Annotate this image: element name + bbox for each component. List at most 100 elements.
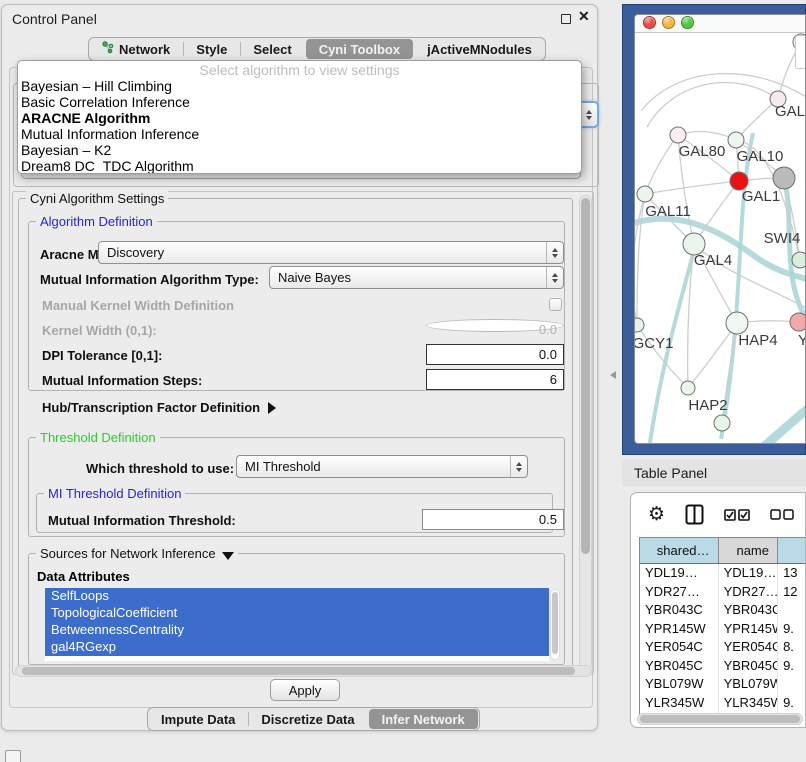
table-cell[interactable]: 9. (778, 657, 806, 676)
network-node[interactable] (790, 313, 806, 331)
close-icon[interactable]: ✕ (578, 8, 590, 25)
table-row[interactable]: YPR145WYPR145W9. (640, 620, 806, 639)
manual-kernel-checkbox[interactable] (549, 298, 562, 311)
attribute-item-selfloops[interactable]: SelfLoops (45, 588, 549, 605)
select-all-columns-icon[interactable] (724, 509, 750, 521)
table-cell[interactable]: YBL079W (640, 675, 719, 694)
hub-section-toggle[interactable]: Hub/Transcription Factor Definition (42, 400, 276, 415)
settings-vertical-scrollbar-thumb[interactable] (581, 198, 590, 554)
attribute-item-betweennesscentrality[interactable]: BetweennessCentrality (45, 622, 549, 639)
table-row[interactable]: YBL079WYBL079W (640, 675, 806, 694)
network-node[interactable] (681, 381, 695, 395)
kernel-width-field[interactable]: 0.0 (426, 319, 564, 332)
network-node[interactable] (635, 318, 644, 332)
algorithm-option-basic-correlation-inference[interactable]: Basic Correlation Inference (18, 94, 581, 110)
bottom-tab-impute-data[interactable]: Impute Data (148, 708, 248, 730)
table-cell[interactable] (778, 675, 806, 694)
which-threshold-combobox[interactable]: MI Threshold (236, 455, 528, 478)
close-window-icon[interactable] (643, 16, 656, 29)
network-canvas[interactable]: GAL2GAL80GAL10GAL1GAL11GAL4SWI4GCY1HAP4Y… (635, 15, 806, 444)
table-cell[interactable]: YER054C (719, 638, 778, 657)
minimize-window-icon[interactable] (662, 16, 675, 29)
algorithm-option-bayesian-hill-climbing[interactable]: Bayesian – Hill Climbing (18, 78, 581, 94)
table-cell[interactable]: YPR145W (640, 620, 719, 639)
table-cell[interactable]: YDR27… (719, 583, 778, 602)
network-node[interactable] (773, 167, 795, 189)
network-tools-overlay[interactable] (795, 35, 806, 69)
table-cell[interactable]: YLR345W (719, 694, 778, 713)
table-horizontal-scrollbar[interactable] (637, 713, 803, 725)
data-attributes-list[interactable]: SelfLoopsTopologicalCoefficientBetweenne… (45, 588, 549, 661)
kernel-width-label: Kernel Width (0,1): (42, 323, 157, 338)
table-cell[interactable]: YER054C (640, 638, 719, 657)
table-cell[interactable]: YLR345W (640, 694, 719, 713)
table-row[interactable]: YDL19…YDL19…13 (640, 564, 806, 583)
network-node[interactable] (792, 252, 806, 268)
column-header-col3[interactable] (778, 538, 806, 563)
settings-vertical-scrollbar[interactable] (579, 195, 592, 671)
aracne-mode-combobox[interactable]: Discovery (98, 241, 564, 264)
table-row[interactable]: YLR345WYLR345W9. (640, 694, 806, 713)
tab-jactivemnodules[interactable]: jActiveMNodules (414, 38, 545, 60)
table-cell[interactable]: YBR045C (640, 657, 719, 676)
float-window-icon[interactable] (561, 14, 571, 24)
table-cell[interactable]: 9. (778, 694, 806, 713)
table-cell[interactable]: YBR045C (719, 657, 778, 676)
network-node[interactable] (728, 132, 744, 148)
tab-select[interactable]: Select (240, 38, 304, 60)
network-node[interactable] (637, 186, 653, 202)
algorithm-option-dream8-dc-tdc-algorithm[interactable]: Dream8 DC_TDC Algorithm (18, 158, 581, 174)
table-row[interactable]: YBR045CYBR045C9. (640, 657, 806, 676)
table-cell[interactable]: YDL19… (640, 564, 719, 583)
collapse-down-icon[interactable] (222, 552, 234, 560)
mi-steps-field[interactable]: 6 (426, 369, 564, 390)
table-cell[interactable]: 12 (778, 583, 806, 602)
zoom-window-icon[interactable] (681, 16, 694, 29)
table-cell[interactable]: YBR043C (719, 601, 778, 620)
split-view-icon[interactable] (685, 504, 704, 525)
tab-cyni-toolbox[interactable]: Cyni Toolbox (306, 39, 413, 59)
algorithm-option-bayesian-k2[interactable]: Bayesian – K2 (18, 142, 581, 158)
mi-threshold-field[interactable]: 0.5 (422, 509, 564, 530)
tab-network[interactable]: Network (89, 38, 183, 60)
tab-style[interactable]: Style (183, 38, 240, 60)
table-cell[interactable]: 9. (778, 620, 806, 639)
table-horizontal-scrollbar-thumb[interactable] (640, 715, 800, 723)
table-cell[interactable]: YDR27… (640, 583, 719, 602)
table-row[interactable]: YER054CYER054C8. (640, 638, 806, 657)
gear-icon[interactable]: ⚙ (648, 505, 665, 524)
splitter-arrow-icon[interactable] (610, 371, 616, 379)
network-node[interactable] (714, 415, 730, 431)
table-row[interactable]: YBR043CYBR043C (640, 601, 806, 620)
bottom-tab-infer-network[interactable]: Infer Network (369, 709, 478, 729)
tab-network-label: Network (119, 42, 170, 57)
attribute-item-topologicalcoefficient[interactable]: TopologicalCoefficient (45, 605, 549, 622)
settings-horizontal-scrollbar-thumb[interactable] (22, 667, 575, 675)
table-cell[interactable]: YBL079W (719, 675, 778, 694)
attribute-item-gal4rgexp[interactable]: gal4RGexp (45, 639, 549, 656)
bottom-tabs: Impute DataDiscretize DataInfer Network (147, 707, 480, 731)
column-header-shared[interactable]: shared… (640, 538, 719, 563)
list-scrollbar[interactable] (550, 589, 560, 660)
network-node[interactable] (670, 127, 686, 143)
table-cell[interactable]: YDL19… (719, 564, 778, 583)
table-cell[interactable]: YPR145W (719, 620, 778, 639)
table-row[interactable]: YDR27…YDR27…12 (640, 583, 806, 602)
table-cell[interactable] (778, 601, 806, 620)
table-cell[interactable]: YBR043C (640, 601, 719, 620)
column-header-name[interactable]: name (719, 538, 778, 563)
table-cell[interactable]: 13 (778, 564, 806, 583)
apply-button[interactable]: Apply (270, 679, 340, 701)
network-node[interactable] (726, 312, 748, 334)
settings-horizontal-scrollbar[interactable] (15, 665, 592, 677)
algorithm-option-aracne-algorithm[interactable]: ARACNE Algorithm (18, 110, 581, 126)
restore-panel-icon[interactable] (5, 750, 21, 762)
unselect-all-columns-icon[interactable] (770, 509, 794, 520)
mi-type-combobox[interactable]: Naive Bayes (269, 266, 564, 289)
list-scrollbar-thumb[interactable] (552, 592, 558, 654)
expand-right-icon[interactable] (268, 402, 276, 414)
algorithm-option-mutual-information-inference[interactable]: Mutual Information Inference (18, 126, 581, 142)
dpi-tolerance-field[interactable]: 0.0 (426, 344, 564, 365)
bottom-tab-discretize-data[interactable]: Discretize Data (248, 708, 367, 730)
table-cell[interactable]: 8. (778, 638, 806, 657)
